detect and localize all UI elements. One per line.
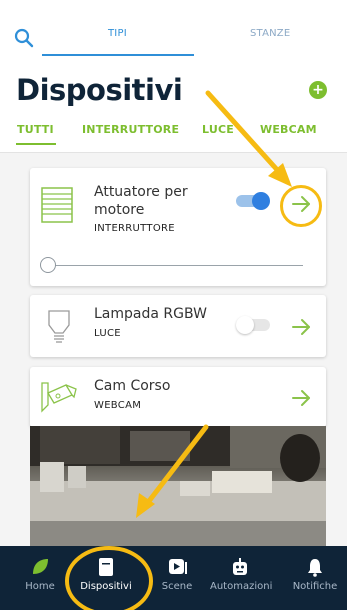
nav-home[interactable]: Home [10, 546, 70, 610]
nav-label: Notifiche [292, 581, 338, 592]
device-card-lampada[interactable]: Lampada RGBW LUCE [30, 295, 326, 357]
toggle-knob [252, 192, 270, 210]
highlight-circle [280, 185, 322, 227]
device-card-attuatore[interactable]: Attuatore per motore INTERRUTTORE [30, 168, 326, 286]
plus-circle-icon: + [312, 82, 324, 98]
device-title: Cam Corso [94, 378, 171, 394]
device-type: INTERRUTTORE [94, 223, 175, 234]
device-title-line2: motore [94, 202, 145, 218]
level-slider-track[interactable] [48, 265, 303, 266]
active-tab-indicator [42, 54, 194, 56]
nav-label: Dispositivi [80, 581, 132, 592]
device-type: WEBCAM [94, 400, 142, 411]
device-title: Lampada RGBW [94, 306, 207, 322]
device-title-line1: Attuatore per [94, 184, 188, 200]
toggle-knob [236, 316, 254, 334]
device-card-cam[interactable]: Cam Corso WEBCAM [30, 367, 326, 427]
shutter-icon [41, 187, 73, 223]
lightbulb-icon [48, 310, 70, 343]
arrow-right-icon[interactable] [290, 388, 312, 408]
webcam-frame [30, 426, 326, 546]
bottom-nav: Home Dispositivi Scene Automazioni Notif… [0, 546, 347, 610]
webcam-preview[interactable] [30, 426, 326, 546]
nav-notifiche[interactable]: Notifiche [285, 546, 345, 610]
filter-luce[interactable]: LUCE [202, 123, 234, 136]
top-bar: TIPI STANZE [0, 0, 347, 57]
active-filter-indicator [16, 143, 56, 145]
robot-icon [233, 558, 247, 575]
bell-icon [308, 559, 322, 577]
nav-label: Home [25, 581, 55, 592]
page-title: Dispositivi [16, 73, 183, 107]
filter-webcam[interactable]: WEBCAM [260, 123, 317, 136]
filter-interruttore[interactable]: INTERRUTTORE [82, 123, 179, 136]
camera-icon [41, 382, 77, 413]
device-icon [99, 558, 113, 576]
nav-label: Scene [161, 581, 193, 592]
tab-tipi[interactable]: TIPI [108, 28, 127, 39]
tab-stanze[interactable]: STANZE [250, 28, 290, 39]
arrow-right-icon[interactable] [290, 317, 312, 337]
nav-dispositivi[interactable]: Dispositivi [76, 546, 136, 610]
filter-tutti[interactable]: TUTTI [17, 123, 54, 136]
nav-scene[interactable]: Scene [147, 546, 207, 610]
level-slider-thumb[interactable] [40, 257, 56, 273]
leaf-icon [33, 559, 48, 574]
play-icon [169, 559, 187, 574]
nav-label: Automazioni [210, 581, 273, 592]
device-type: LUCE [94, 328, 121, 339]
add-device-button[interactable]: + [309, 81, 327, 99]
nav-automazioni[interactable]: Automazioni [210, 546, 273, 610]
search-icon[interactable] [13, 27, 35, 49]
